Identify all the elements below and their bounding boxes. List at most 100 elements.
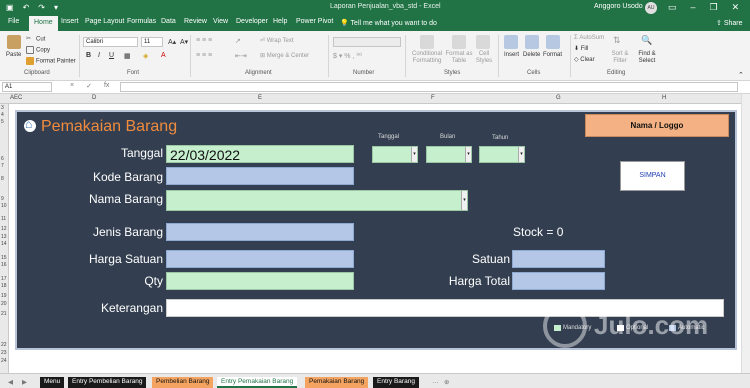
avatar[interactable]: AU — [645, 2, 657, 14]
row-header[interactable]: 16 — [1, 262, 7, 268]
restore-icon[interactable]: ❐ — [710, 2, 718, 13]
currency-icon[interactable]: $ ▾ % , ⁰⁰ — [333, 52, 362, 60]
italic-icon[interactable]: I — [98, 52, 100, 59]
clear-button[interactable]: ◇ Clear — [574, 56, 595, 63]
conditional-formatting-button[interactable]: Conditional Formatting — [408, 51, 446, 65]
row-header[interactable]: 21 — [1, 311, 7, 317]
sheet-nav-next-icon[interactable]: ▶ — [18, 377, 31, 388]
tab-page-layout[interactable]: Page Layout — [85, 18, 124, 25]
tab-insert[interactable]: Insert — [61, 18, 79, 25]
row-header[interactable]: 23 — [1, 350, 7, 356]
copy-button[interactable]: Copy — [26, 46, 50, 54]
row-header[interactable]: 19 — [1, 293, 7, 299]
row-header[interactable]: 7 — [1, 163, 4, 169]
row-header[interactable]: 13 — [1, 234, 7, 240]
sheet-tab-pembelian[interactable]: Pembelian Barang — [152, 377, 214, 388]
row-header[interactable]: 17 — [1, 276, 7, 282]
format-cells-button[interactable]: Format — [543, 52, 562, 58]
sort-filter-button[interactable]: Sort & Filter — [609, 51, 631, 65]
shrink-font-icon[interactable]: A▾ — [180, 38, 188, 46]
wrap-text-button[interactable]: ⏎ Wrap Text — [260, 37, 294, 44]
column-header[interactable]: AEC — [10, 95, 22, 101]
sort-filter-icon[interactable]: ⇅ — [613, 35, 621, 46]
tab-file[interactable]: File — [8, 18, 19, 25]
function-icon[interactable]: fx — [104, 82, 109, 90]
fill-button[interactable]: ⬇ Fill — [574, 45, 588, 52]
row-header[interactable]: 8 — [1, 176, 4, 182]
close-icon[interactable]: ✕ — [732, 2, 740, 13]
tanggal-field[interactable]: 22/03/2022 — [166, 145, 354, 163]
bulan-dropdown[interactable]: ▾ — [426, 146, 472, 163]
format-as-table-icon[interactable] — [452, 35, 466, 49]
qat-more-icon[interactable]: ▾ — [54, 3, 58, 12]
row-header[interactable]: 4 — [1, 112, 4, 118]
row-header[interactable]: 14 — [1, 241, 7, 247]
find-icon[interactable]: 🔍 — [641, 35, 652, 46]
qty-field[interactable] — [166, 272, 354, 290]
tab-developer[interactable]: Developer — [236, 18, 268, 25]
indent-icon[interactable]: ⇤⇥ — [235, 52, 247, 60]
tab-data[interactable]: Data — [161, 18, 176, 25]
row-header[interactable]: 5 — [1, 119, 4, 125]
row-header[interactable]: 12 — [1, 226, 7, 232]
enter-icon[interactable]: ✓ — [86, 82, 92, 90]
tab-review[interactable]: Review — [184, 18, 207, 25]
format-painter-button[interactable]: Format Painter — [26, 57, 76, 65]
font-color-icon[interactable]: A — [161, 52, 166, 59]
chevron-down-icon[interactable]: ▾ — [465, 147, 471, 162]
format-as-table-button[interactable]: Format as Table — [443, 51, 475, 65]
bold-icon[interactable]: B — [86, 52, 91, 59]
paste-icon[interactable] — [7, 35, 21, 49]
collapse-ribbon-icon[interactable]: ⌃ — [738, 71, 744, 79]
tab-power-pivot[interactable]: Power Pivot — [296, 18, 333, 25]
cut-button[interactable]: ✂ Cut — [26, 35, 45, 43]
formula-input[interactable] — [120, 82, 738, 92]
font-name-select[interactable]: Calibri — [83, 37, 138, 47]
kode-barang-field[interactable] — [166, 167, 354, 185]
cancel-icon[interactable]: × — [70, 82, 74, 90]
cell-styles-button[interactable]: Cell Styles — [474, 51, 494, 65]
delete-cells-icon[interactable] — [525, 35, 539, 49]
borders-icon[interactable]: ▦ — [124, 52, 131, 60]
home-icon[interactable] — [24, 117, 36, 132]
find-select-button[interactable]: Find & Select — [636, 51, 658, 65]
row-header[interactable]: 15 — [1, 255, 7, 261]
number-format-select[interactable] — [333, 37, 401, 47]
row-header[interactable]: 11 — [1, 216, 6, 222]
column-header[interactable]: E — [258, 95, 262, 101]
row-header[interactable]: 20 — [1, 301, 7, 307]
align-top-icon[interactable]: ≡ ≡ ≡ — [196, 37, 212, 44]
autosum-button[interactable]: Σ AutoSum — [574, 35, 604, 41]
chevron-down-icon[interactable]: ▾ — [518, 147, 524, 162]
paste-button[interactable]: Paste — [6, 52, 21, 58]
tab-formulas[interactable]: Formulas — [127, 18, 156, 25]
row-header[interactable]: 3 — [1, 105, 4, 111]
share-button[interactable]: ⇪ Share — [716, 19, 743, 27]
row-header[interactable]: 10 — [1, 203, 7, 209]
tanggal-dropdown[interactable]: ▾ — [372, 146, 418, 163]
conditional-formatting-icon[interactable] — [420, 35, 434, 49]
add-sheet-icon[interactable]: ⊕ — [440, 377, 453, 388]
grow-font-icon[interactable]: A▴ — [168, 38, 176, 46]
sheet-nav-prev-icon[interactable]: ◀ — [4, 377, 17, 388]
format-cells-icon[interactable] — [546, 35, 560, 49]
tell-me-search[interactable]: 💡 Tell me what you want to do — [340, 19, 437, 27]
merge-center-button[interactable]: ⊞ Merge & Center — [260, 52, 309, 59]
sheet-tab-entry-pemakaian[interactable]: Entry Pemakaian Barang — [217, 377, 298, 388]
orientation-icon[interactable]: ↗ — [235, 37, 241, 45]
column-header[interactable]: H — [662, 95, 666, 101]
chevron-down-icon[interactable]: ▾ — [411, 147, 417, 162]
insert-cells-icon[interactable] — [504, 35, 518, 49]
fill-color-icon[interactable]: ◈ — [143, 52, 148, 60]
nama-barang-dropdown[interactable]: ▾ — [166, 190, 468, 211]
save-button[interactable]: SIMPAN — [620, 161, 685, 191]
cell-styles-icon[interactable] — [476, 35, 490, 49]
row-header[interactable]: 6 — [1, 156, 4, 162]
vertical-scrollbar[interactable] — [741, 94, 750, 373]
save-icon[interactable]: ▣ — [6, 3, 14, 12]
tahun-dropdown[interactable]: ▾ — [479, 146, 525, 163]
insert-cells-button[interactable]: Insert — [504, 52, 519, 58]
delete-cells-button[interactable]: Delete — [523, 52, 540, 58]
tab-help[interactable]: Help — [273, 18, 287, 25]
minimize-icon[interactable]: – — [691, 2, 696, 13]
